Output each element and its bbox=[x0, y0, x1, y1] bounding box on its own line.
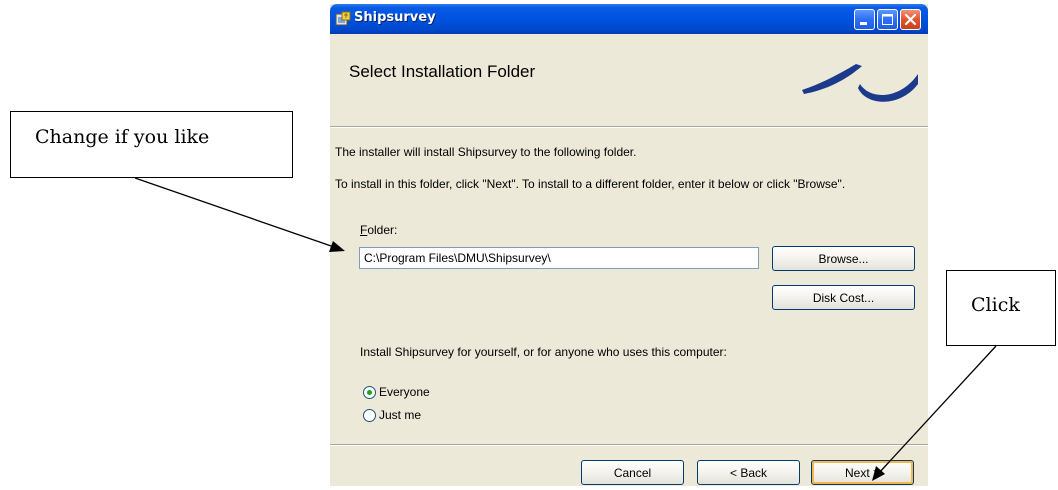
disk-cost-button[interactable]: Disk Cost... bbox=[772, 285, 915, 310]
page-heading: Select Installation Folder bbox=[349, 62, 536, 81]
intro-text-line2: To install in this folder, click "Next".… bbox=[335, 177, 846, 191]
footer-divider bbox=[330, 444, 928, 446]
close-icon bbox=[904, 13, 917, 26]
radio-everyone[interactable] bbox=[363, 386, 376, 399]
radio-just-me-label[interactable]: Just me bbox=[379, 408, 421, 422]
minimize-icon bbox=[860, 22, 867, 25]
dialog-header: Select Installation Folder bbox=[330, 34, 928, 127]
back-button[interactable]: < Back bbox=[697, 460, 800, 485]
minimize-button[interactable] bbox=[854, 9, 875, 30]
radio-everyone-label[interactable]: Everyone bbox=[379, 385, 430, 399]
arrow-to-folder-line bbox=[134, 177, 335, 248]
window-title: Shipsurvey bbox=[354, 10, 436, 25]
maximize-icon bbox=[882, 14, 893, 25]
callout-change-folder: Change if you like bbox=[10, 111, 293, 178]
browse-button[interactable]: Browse... bbox=[772, 246, 915, 271]
intro-text-line1: The installer will install Shipsurvey to… bbox=[335, 145, 637, 159]
cancel-button[interactable]: Cancel bbox=[581, 460, 684, 485]
install-for-text: Install Shipsurvey for yourself, or for … bbox=[360, 345, 727, 359]
company-logo-icon bbox=[802, 64, 918, 102]
close-button[interactable] bbox=[900, 9, 921, 30]
next-button[interactable]: Next > bbox=[811, 460, 914, 485]
folder-path-input[interactable] bbox=[359, 247, 759, 269]
folder-label-rest: older: bbox=[367, 223, 398, 237]
radio-just-me[interactable] bbox=[363, 409, 376, 422]
header-divider bbox=[330, 126, 928, 128]
installer-window: Shipsurvey Select Installation Folder Th… bbox=[330, 4, 928, 486]
installer-app-icon bbox=[335, 11, 351, 26]
screenshot-stage: Shipsurvey Select Installation Folder Th… bbox=[0, 0, 1058, 490]
callout-click-next: Click bbox=[946, 270, 1056, 346]
maximize-button[interactable] bbox=[877, 9, 898, 30]
folder-label: Folder: bbox=[360, 223, 397, 237]
radio-selected-dot bbox=[367, 390, 372, 395]
title-bar[interactable]: Shipsurvey bbox=[330, 4, 928, 34]
